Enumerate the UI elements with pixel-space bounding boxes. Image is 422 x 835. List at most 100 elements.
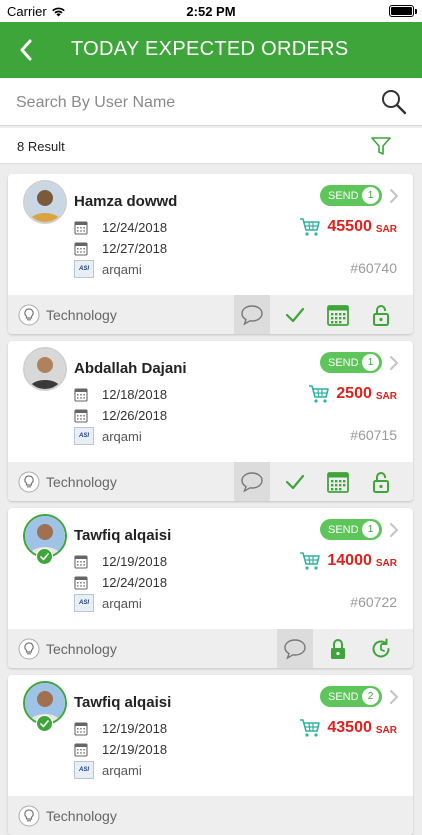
chevron-right-icon[interactable] — [388, 188, 400, 204]
cart-icon — [309, 385, 330, 403]
calendar-icon — [326, 303, 350, 327]
search-icon — [382, 90, 407, 115]
check-small-icon — [40, 719, 49, 727]
search-button[interactable] — [380, 88, 408, 116]
category-label: Technology — [46, 808, 117, 824]
order-card[interactable]: Tawfiq alqaisi 12/19/2018 12/24/2018 ASI arq… — [8, 508, 413, 668]
start-date-row: 12/24/2018 — [74, 220, 167, 235]
user-photo — [25, 349, 65, 389]
calendar-small-icon — [74, 388, 88, 402]
calendar-small-icon — [74, 722, 88, 736]
unlock-button[interactable] — [363, 295, 399, 334]
send-label: SEND — [328, 189, 359, 202]
order-id: #60740 — [350, 260, 397, 276]
back-button[interactable] — [10, 34, 42, 66]
send-count-badge: 1 — [362, 521, 379, 538]
order-card[interactable]: Abdallah Dajani 12/18/2018 12/26/2018 ASI ar… — [8, 341, 413, 501]
lock-button[interactable] — [320, 629, 356, 668]
calendar-button[interactable] — [320, 295, 356, 334]
chat-icon — [283, 638, 307, 660]
category: Technology — [18, 805, 117, 827]
user-name: Tawfiq alqaisi — [74, 527, 172, 544]
send-count-badge: 2 — [362, 688, 379, 705]
start-date: 12/19/2018 — [102, 554, 168, 569]
company-name: arqami — [102, 762, 142, 778]
result-count: 8 Result — [17, 139, 65, 154]
amount-value: 43500 — [327, 719, 372, 736]
send-label: SEND — [328, 356, 359, 369]
lock-icon — [329, 638, 347, 660]
cart-icon — [300, 218, 321, 236]
verified-badge — [36, 548, 53, 565]
currency-label: SAR — [375, 558, 397, 569]
check-button[interactable] — [277, 295, 313, 334]
filter-icon — [371, 137, 391, 155]
order-amount: 43500 SAR — [299, 718, 397, 738]
order-card[interactable]: Tawfiq alqaisi 12/19/2018 12/19/2018 ASI arq… — [8, 675, 413, 835]
calendar-button[interactable] — [320, 462, 356, 501]
company-row: ASI arqami — [74, 427, 142, 445]
card-footer: Technology — [8, 796, 413, 835]
user-name: Tawfiq alqaisi — [74, 694, 172, 711]
category-label: Technology — [46, 641, 117, 657]
unlock-button[interactable] — [363, 462, 399, 501]
calendar-small-icon — [74, 221, 88, 235]
chevron-right-icon[interactable] — [388, 522, 400, 538]
chevron-right-icon[interactable] — [388, 355, 400, 371]
cart-icon — [300, 552, 321, 570]
send-button[interactable]: SEND 1 — [320, 352, 382, 373]
result-number: 8 — [17, 139, 25, 154]
chat-icon — [240, 471, 264, 493]
company-name: arqami — [102, 428, 142, 444]
send-button[interactable]: SEND 2 — [320, 686, 382, 707]
page-title: TODAY EXPECTED ORDERS — [71, 38, 349, 60]
company-row: ASI arqami — [74, 594, 142, 612]
user-name: Hamza dowwd — [74, 193, 178, 210]
back-arrow-icon — [20, 39, 32, 61]
bulb-icon — [18, 638, 40, 660]
order-id: #60722 — [350, 594, 397, 610]
restore-button[interactable] — [363, 629, 399, 668]
calendar-small-icon — [74, 555, 88, 569]
chat-button[interactable] — [277, 629, 313, 668]
avatar[interactable] — [23, 180, 67, 224]
check-icon — [285, 474, 305, 490]
category-label: Technology — [46, 474, 117, 490]
calendar-small-icon — [74, 242, 88, 256]
check-button[interactable] — [277, 462, 313, 501]
company-logo: ASI — [74, 761, 94, 779]
card-footer: Technology — [8, 295, 413, 334]
battery-icon — [389, 5, 417, 17]
currency-label: SAR — [375, 725, 397, 736]
order-amount: 14000 SAR — [299, 551, 397, 571]
chat-button[interactable] — [234, 462, 270, 501]
company-logo: ASI — [74, 260, 94, 278]
navigation-bar: TODAY EXPECTED ORDERS — [0, 22, 422, 78]
currency-label: SAR — [375, 224, 397, 235]
clock: 2:52 PM — [186, 4, 236, 19]
order-card[interactable]: Hamza dowwd 12/24/2018 12/27/2018 ASI arqami… — [8, 174, 413, 334]
verified-badge — [36, 715, 53, 732]
category: Technology — [18, 304, 117, 326]
unlock-icon — [372, 471, 390, 493]
bulb-icon — [18, 471, 40, 493]
chevron-right-icon[interactable] — [388, 689, 400, 705]
chat-icon — [240, 304, 264, 326]
unlock-icon — [372, 304, 390, 326]
avatar[interactable] — [23, 347, 67, 391]
company-name: arqami — [102, 595, 142, 611]
company-row: ASI arqami — [74, 260, 142, 278]
chat-button[interactable] — [234, 295, 270, 334]
filter-button[interactable] — [370, 135, 392, 157]
start-date-row: 12/19/2018 — [74, 721, 167, 736]
send-count-badge: 1 — [362, 187, 379, 204]
start-date-row: 12/18/2018 — [74, 387, 167, 402]
amount-value: 45500 — [327, 218, 372, 235]
end-date: 12/26/2018 — [102, 408, 168, 423]
order-amount: 45500 SAR — [299, 217, 397, 237]
send-button[interactable]: SEND 1 — [320, 185, 382, 206]
send-button[interactable]: SEND 1 — [320, 519, 382, 540]
company-logo: ASI — [74, 594, 94, 612]
start-date: 12/24/2018 — [102, 220, 168, 235]
search-input[interactable] — [16, 90, 356, 116]
